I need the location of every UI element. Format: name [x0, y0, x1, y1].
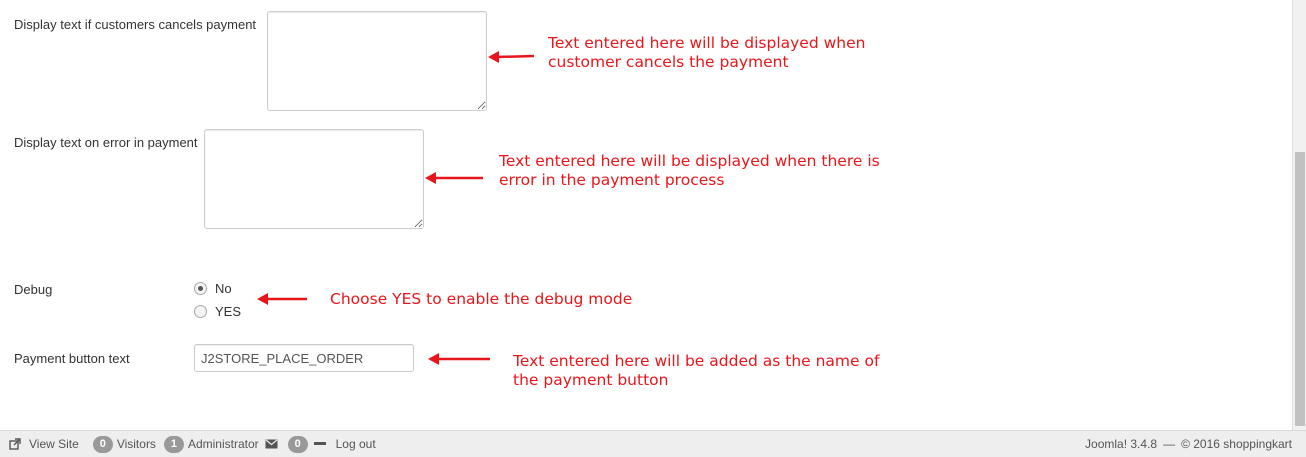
copyright: © 2016 shoppingkart: [1181, 437, 1292, 451]
status-bar: View Site 0 Visitors 1 Administrator 0 L…: [0, 430, 1306, 457]
view-site-link[interactable]: View Site: [29, 437, 79, 451]
red-arrow-icon: [257, 293, 307, 305]
envelope-icon[interactable]: [265, 439, 278, 449]
vertical-scrollbar[interactable]: [1292, 0, 1306, 430]
admin-badge: 1: [163, 435, 184, 453]
error-text-textarea[interactable]: [204, 129, 424, 229]
external-link-icon[interactable]: [9, 438, 21, 450]
scrollbar-thumb[interactable]: [1295, 152, 1305, 426]
cancel-text-textarea[interactable]: [267, 11, 487, 111]
debug-annotation: Choose YES to enable the debug mode: [330, 290, 632, 309]
red-arrow-icon: [488, 51, 535, 63]
visitors-badge: 0: [92, 435, 113, 453]
payment-button-text-label: Payment button text: [14, 351, 130, 366]
log-out-link[interactable]: Log out: [336, 437, 376, 451]
payment-button-text-input[interactable]: [194, 344, 414, 372]
messages-badge: 0: [287, 435, 308, 453]
debug-yes-radio[interactable]: [194, 305, 207, 318]
visitors-label: Visitors: [116, 437, 156, 451]
error-text-label: Display text on error in payment: [14, 135, 198, 150]
footer-separator: —: [1163, 437, 1176, 451]
debug-yes-label: YES: [215, 304, 242, 319]
minus-icon: [313, 440, 326, 448]
debug-option-no[interactable]: No: [194, 281, 232, 296]
error-annotation-line2: error in the payment process: [499, 171, 725, 189]
payment-button-annotation-line1: Text entered here will be added as the n…: [513, 352, 880, 370]
admin-label: Administrator: [187, 437, 259, 451]
debug-annotation-line1: Choose YES to enable the debug mode: [330, 290, 633, 308]
debug-no-radio[interactable]: [194, 282, 207, 295]
debug-no-label: No: [215, 281, 232, 296]
cancel-annotation-line1: Text entered here will be displayed when: [548, 34, 866, 52]
cancel-annotation: Text entered here will be displayed when…: [548, 34, 865, 72]
red-arrow-icon: [428, 353, 490, 365]
red-arrow-icon: [425, 172, 483, 184]
cancel-annotation-line2: customer cancels the payment: [548, 53, 789, 71]
payment-button-annotation: Text entered here will be added as the n…: [513, 352, 879, 390]
debug-label: Debug: [14, 282, 53, 297]
payment-button-annotation-line2: the payment button: [513, 371, 669, 389]
debug-option-yes[interactable]: YES: [194, 304, 241, 319]
error-annotation-line1: Text entered here will be displayed when…: [499, 152, 880, 170]
joomla-version: Joomla! 3.4.8: [1085, 437, 1158, 451]
error-annotation: Text entered here will be displayed when…: [499, 152, 880, 190]
cancel-text-label: Display text if customers cancels paymen…: [14, 17, 257, 32]
